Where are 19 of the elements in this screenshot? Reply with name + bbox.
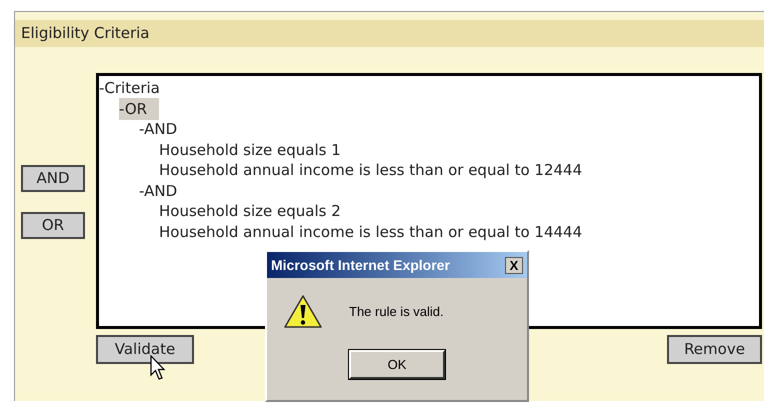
tree-item[interactable]: Household size equals 2 <box>159 200 341 222</box>
tree-item[interactable]: Household annual income is less than or equal to 12444 <box>159 159 582 182</box>
tree-item[interactable]: Household annual income is less than or equal to 14444 <box>159 220 582 243</box>
warning-icon <box>283 294 323 330</box>
operator-button[interactable]: OR <box>21 212 85 239</box>
panel-title: Eligibility Criteria <box>21 23 150 44</box>
tree-item[interactable]: -Criteria <box>99 77 160 100</box>
remove-button[interactable]: Remove <box>667 335 762 364</box>
tree-item[interactable]: -AND <box>139 118 178 140</box>
tree-item[interactable]: -OR <box>119 98 160 120</box>
tree-item[interactable]: -AND <box>139 180 178 202</box>
validate-button[interactable]: Validate <box>96 335 194 364</box>
close-button[interactable]: X <box>505 256 523 274</box>
operator-button[interactable]: AND <box>21 165 85 192</box>
cursor-icon <box>150 355 166 381</box>
dialog-message: The rule is valid. <box>349 303 444 322</box>
dialog-title: Microsoft Internet Explorer <box>271 256 450 275</box>
tree-item[interactable]: Household size equals 1 <box>159 138 341 161</box>
ok-button[interactable]: OK <box>349 350 445 379</box>
